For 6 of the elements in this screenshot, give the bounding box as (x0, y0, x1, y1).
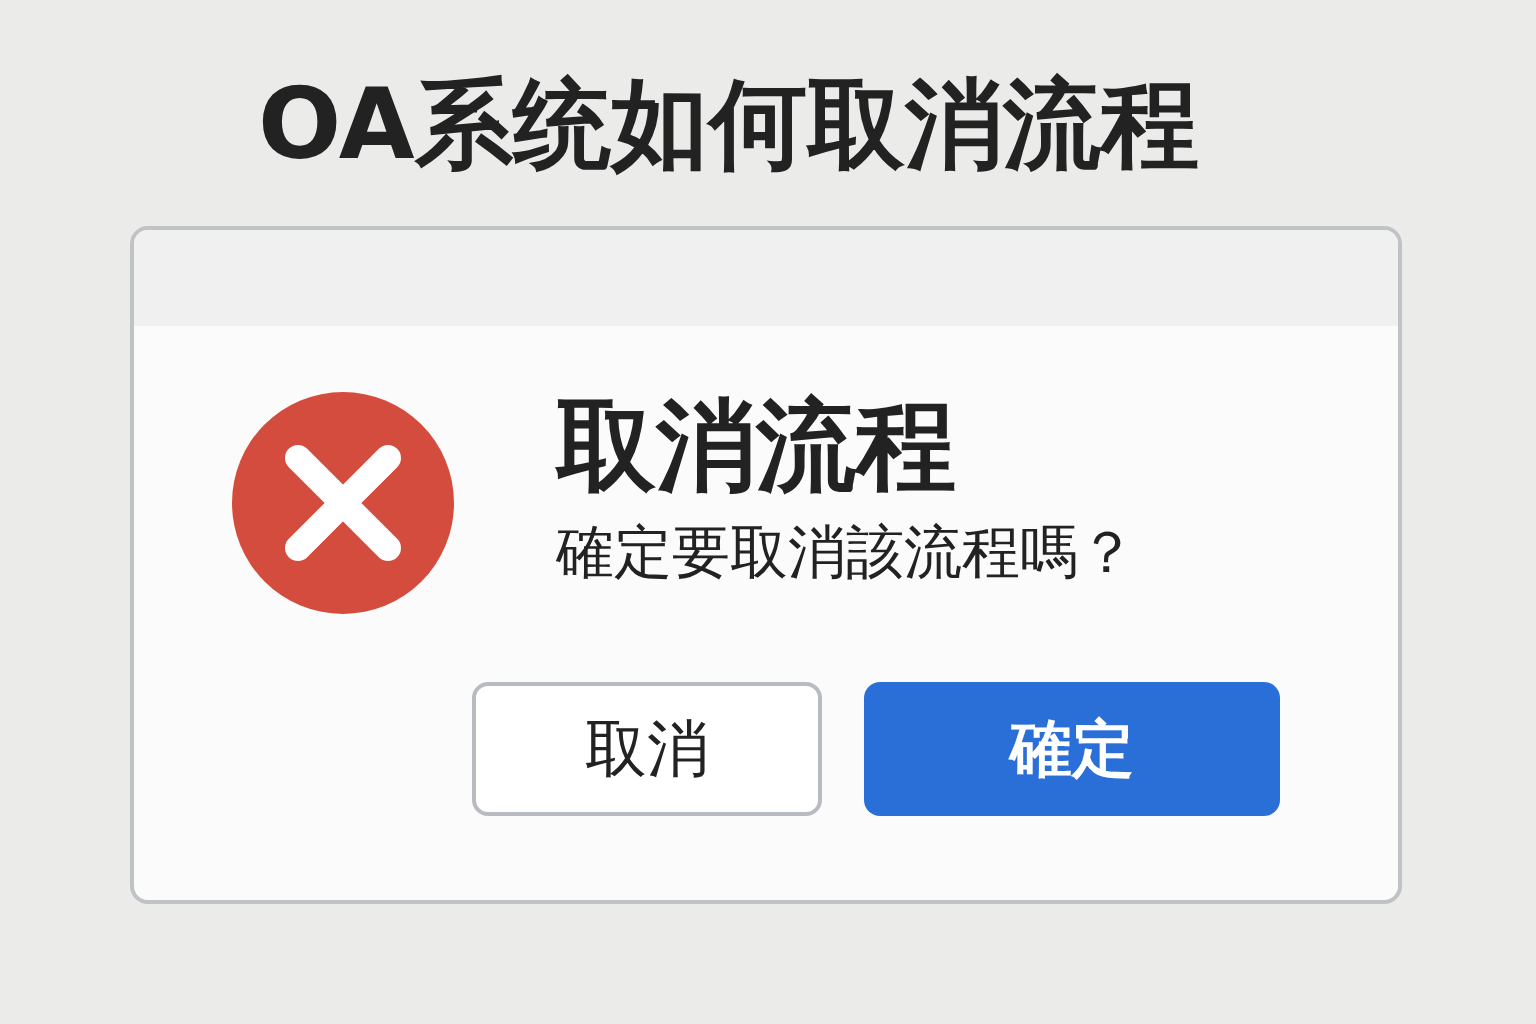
dialog-heading: 取消流程 (556, 386, 957, 506)
page-title: OA系统如何取消流程 (258, 66, 1200, 183)
dialog-message: 確定要取消該流程嗎？ (556, 517, 1137, 588)
cancel-button[interactable]: 取消 (472, 682, 822, 816)
error-icon (232, 392, 454, 614)
confirm-button[interactable]: 確定 (864, 682, 1280, 816)
